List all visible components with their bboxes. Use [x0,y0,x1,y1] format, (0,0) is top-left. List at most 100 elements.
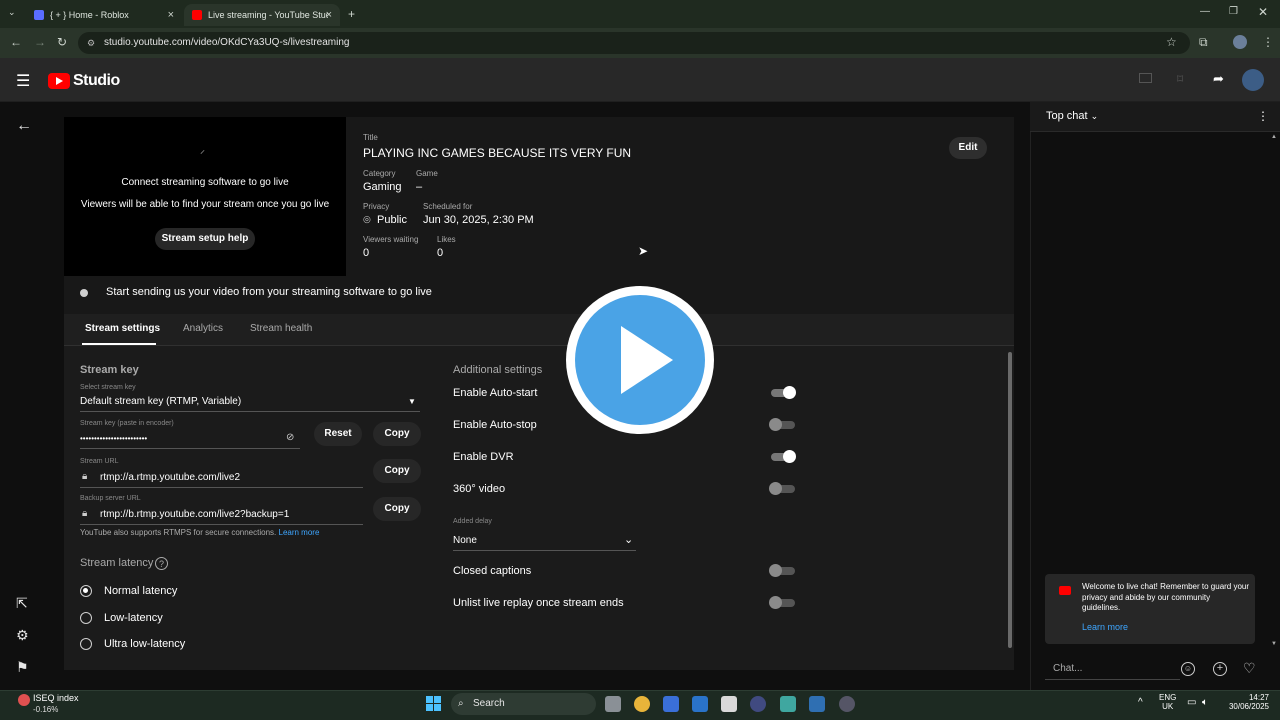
auto-stop-toggle[interactable] [769,418,795,431]
chat-learn-more-link[interactable]: Learn more [1082,622,1128,632]
studio-logo[interactable]: Studio [48,72,120,90]
settings-scrollbar[interactable] [1008,352,1012,648]
rtmps-text: YouTube also supports RTMPS for secure c… [80,528,277,537]
stream-setup-help-button[interactable]: Stream setup help [155,228,255,250]
scroll-up-icon[interactable]: ▲ [1271,134,1277,140]
bookmark-icon[interactable]: ⌑ [1177,72,1183,86]
url-input[interactable]: ⚙ studio.youtube.com/video/OKdCYa3UQ-s/l… [78,32,1190,54]
select-key-underline [80,411,420,412]
emoji-icon[interactable]: ☺ [1181,662,1195,676]
back-icon[interactable]: ← [10,35,22,49]
add-icon[interactable]: + [1213,662,1227,676]
360-video-toggle[interactable] [769,482,795,495]
outlook-icon[interactable] [692,696,708,712]
forward-icon[interactable]: → [34,35,46,49]
profile-avatar[interactable] [1233,35,1247,49]
delay-select[interactable]: None [453,535,477,546]
chevron-down-icon[interactable]: ⌄ [624,533,633,546]
stock-change: -0.16% [33,705,59,714]
tab-stream-health[interactable]: Stream health [250,323,312,334]
auto-start-toggle[interactable] [771,386,796,399]
network-icon[interactable]: ▭ [1187,697,1196,708]
open-external-icon[interactable]: ⇱ [16,595,28,612]
browser-menu-icon[interactable]: ⋮ [1262,35,1274,49]
language-indicator[interactable]: ENG UK [1159,693,1176,711]
scroll-down-icon[interactable]: ▼ [1271,641,1277,647]
help-icon[interactable]: ? [155,557,168,570]
reset-button[interactable]: Reset [314,422,362,446]
windows-start-icon[interactable] [426,696,441,711]
unlist-replay-toggle[interactable] [769,596,795,609]
welcome-text: Welcome to live chat! Remember to guard … [1082,582,1250,612]
visibility-off-icon[interactable]: ⊘ [286,432,294,443]
volume-icon[interactable]: 🔈︎ [1202,697,1208,708]
top-chat-dropdown[interactable]: Top chat ⌄ [1046,110,1098,122]
task-view-icon[interactable] [605,696,621,712]
chrome-icon[interactable] [634,696,650,712]
edit-button[interactable]: Edit [949,137,987,159]
reload-icon[interactable]: ↻ [57,35,67,49]
tab-roblox[interactable]: { + } Home - Roblox × [26,4,182,26]
backup-url-input[interactable]: rtmp://b.rtmp.youtube.com/live2?backup=1 [100,509,289,520]
store-icon[interactable] [721,696,737,712]
chat-menu-icon[interactable]: ⋮ [1257,109,1269,123]
low-latency-label: Low-latency [104,612,163,624]
hamburger-menu-icon[interactable]: ☰ [16,71,30,91]
radio-normal-latency[interactable] [80,585,92,597]
app-icon[interactable] [663,696,679,712]
closed-captions-toggle[interactable] [769,564,795,577]
copy-backup-button[interactable]: Copy [373,497,421,521]
clock-time: 14:27 [1248,693,1269,702]
extensions-icon[interactable]: ⧉ [1199,35,1208,50]
tab-list-icon[interactable]: ⌄ [8,7,16,18]
app-icon-3[interactable] [780,696,796,712]
feedback-icon[interactable]: ⚑ [16,659,29,676]
radio-ultra-low-latency[interactable] [80,638,92,650]
stream-info-panel [346,117,1014,276]
stream-url-input[interactable]: rtmp://a.rtmp.youtube.com/live2 [100,472,240,483]
stream-key-title: Stream key [80,364,139,376]
logo-text: Studio [73,72,120,89]
app-icon-4[interactable] [809,696,825,712]
bookmark-star-icon[interactable]: ☆ [1166,35,1177,49]
screen-icon[interactable] [1139,73,1152,83]
tray-chevron-icon[interactable]: ^ [1138,697,1143,708]
title-label: Title [363,133,378,142]
url-text: studio.youtube.com/video/OKdCYa3UQ-s/liv… [104,37,350,48]
chat-input[interactable]: Chat... [1045,658,1180,680]
stream-key-input[interactable]: •••••••••••••••••••••••• [80,434,147,443]
learn-more-link[interactable]: Learn more [279,528,320,537]
minimize-icon[interactable]: — [1200,6,1210,17]
taskbar-search[interactable]: ⌕ Search [451,693,596,715]
window-close-icon[interactable]: ✕ [1258,5,1268,19]
connect-text: Connect streaming software to go live [121,177,289,188]
share-icon[interactable]: ➦ [1213,71,1224,87]
viewers-value: 0 [363,247,370,259]
copy-key-button[interactable]: Copy [373,422,421,446]
clock[interactable]: 14:27 30/06/2025 [1227,693,1269,711]
copy-url-button[interactable]: Copy [373,459,421,483]
app-icon-5[interactable] [839,696,855,712]
close-icon[interactable]: × [326,9,332,21]
tab-stream-settings[interactable]: Stream settings [85,323,160,334]
site-info-icon[interactable]: ⚙ [87,32,95,54]
dvr-toggle[interactable] [771,450,796,463]
channel-avatar[interactable] [1242,69,1264,91]
app-icon-2[interactable] [750,696,766,712]
radio-low-latency[interactable] [80,612,92,624]
heart-icon[interactable]: ♡ [1243,660,1256,677]
dropdown-arrow-icon[interactable]: ▼ [408,397,416,406]
new-tab-icon[interactable]: + [348,7,355,21]
stock-name[interactable]: ISEQ index [33,693,79,703]
search-icon: ⌕ [458,698,464,709]
key-underline [80,448,300,449]
restore-icon[interactable]: ❐ [1229,6,1238,17]
back-arrow-icon[interactable]: ← [16,117,32,135]
scheduled-label: Scheduled for [423,202,473,211]
status-dot [80,289,88,297]
settings-gear-icon[interactable]: ⚙ [16,627,29,644]
close-icon[interactable]: × [168,9,174,21]
select-key-value[interactable]: Default stream key (RTMP, Variable) [80,396,241,407]
tab-analytics[interactable]: Analytics [183,323,223,334]
tab-youtube-studio[interactable]: Live streaming - YouTube Studio × [184,4,340,26]
